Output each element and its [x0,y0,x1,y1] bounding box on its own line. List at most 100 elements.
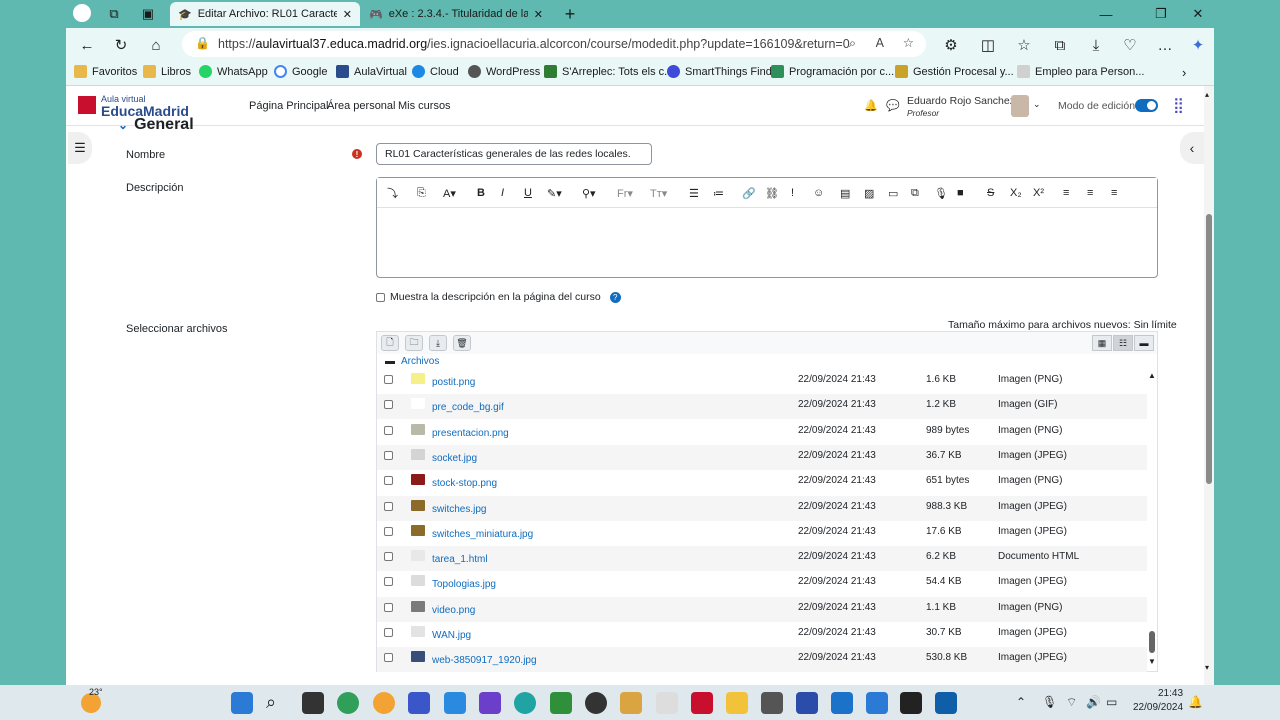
messages-icon[interactable]: 💬 [886,99,900,112]
task-view-icon[interactable] [302,692,324,714]
edge-icon[interactable] [514,692,536,714]
file-thumbnail-icon[interactable] [411,550,425,562]
file-list-scrollbar[interactable]: ▲ ▼ [1147,369,1157,671]
user-avatar[interactable] [1011,95,1029,117]
show-description-checkbox[interactable] [376,292,385,302]
file-row[interactable]: tarea_1.html 22/09/2024 21:43 6.2 KB Docume… [377,546,1147,572]
powershell-icon[interactable] [796,692,818,714]
file-name-link[interactable]: switches_miniatura.jpg [432,529,533,540]
superscript-icon[interactable]: X² [1033,185,1044,201]
file-select-checkbox[interactable] [384,476,393,486]
font-size-icon[interactable]: Tт▾ [650,185,667,201]
bookmark-programacion[interactable]: Programación por c... [771,65,894,78]
bookmark-libros[interactable]: Libros [143,65,191,78]
collections-icon[interactable]: ⧉ [1049,34,1071,56]
bookmark-wordpress[interactable]: WordPress [468,65,540,78]
bookmarks-more-chevron-icon[interactable]: › [1182,65,1186,80]
underline-icon[interactable]: U [524,185,532,201]
scroll-down-icon[interactable]: ▼ [1148,657,1156,666]
clock-time[interactable]: 21:43 [1158,688,1183,699]
notifications-bell-icon[interactable]: 🔔 [864,99,878,112]
teams-icon[interactable] [479,692,501,714]
extensions-icon[interactable]: ⚙ [940,34,962,56]
word-import-icon[interactable]: ▤ [840,185,850,201]
align-center-icon[interactable]: ≡ [1087,185,1093,201]
paste-icon[interactable]: ⎘ [417,185,426,201]
text-color-icon[interactable]: ✎▾ [547,185,562,201]
file-name-link[interactable]: socket.jpg [432,453,477,464]
description-editor[interactable]: ⤵ ⎘ A▾ B I U ✎▾ ⚲▾ Fr▾ Tт▾ ☰ ≔ 🔗 ⛓ ! ☺ ▤… [376,177,1158,278]
course-index-toggle[interactable]: ☰ [68,132,92,164]
emoji-icon[interactable]: ☺ [813,185,824,201]
italic-icon[interactable]: I [501,185,504,201]
file-row[interactable]: presentacion.png 22/09/2024 21:43 989 byte… [377,420,1147,445]
file-row[interactable]: switches.jpg 22/09/2024 21:43 988.3 KB Imag… [377,495,1147,521]
delete-icon[interactable]: 🗑 [453,335,471,351]
file-thumbnail-icon[interactable] [411,448,425,460]
bookmark-smartthings[interactable]: SmartThings Find [667,65,772,78]
zoom-icon[interactable]: ⌕ [849,36,856,51]
app-c-icon[interactable] [337,692,359,714]
file-name-link[interactable]: tarea_1.html [432,554,488,565]
bookmark-cloud[interactable]: Cloud [412,65,459,78]
scroll-thumb[interactable] [1149,631,1155,653]
file-name-link[interactable]: video.png [432,605,475,616]
app-blank-icon[interactable] [656,692,678,714]
file-row[interactable]: stock-stop.png 22/09/2024 21:43 651 bytes I… [377,470,1147,495]
nav-pagina-principal[interactable]: Página Principal [249,100,329,112]
bookmark-whatsapp[interactable]: WhatsApp [199,65,268,78]
subscript-icon[interactable]: X₂ [1010,185,1022,201]
file-row[interactable]: WAN.jpg 22/09/2024 21:43 30.7 KB Imagen (JP… [377,622,1147,647]
browser-essentials-icon[interactable]: ♡ [1119,34,1141,56]
numbered-list-icon[interactable]: ≔ [713,185,724,201]
file-select-checkbox[interactable] [384,375,393,384]
bookmark-empleo[interactable]: Empleo para Person... [1017,65,1144,78]
battery-icon[interactable]: ▭ [1106,695,1117,709]
tray-chevron-icon[interactable]: ⌃ [1016,695,1026,709]
volume-icon[interactable]: 🔊 [1086,695,1101,709]
copy-icon[interactable]: ⧉ [911,185,919,201]
app-green-icon[interactable] [550,692,572,714]
file-row[interactable]: socket.jpg 22/09/2024 21:43 36.7 KB Imagen … [377,444,1147,470]
nav-area-personal[interactable]: Área personal [327,100,396,112]
file-select-checkbox[interactable] [384,552,393,562]
file-name-link[interactable]: postit.png [432,377,475,388]
file-select-checkbox[interactable] [384,653,393,663]
file-select-checkbox[interactable] [384,628,393,637]
terminal-icon[interactable] [900,692,922,714]
file-select-checkbox[interactable] [384,526,393,536]
file-thumbnail-icon[interactable] [411,626,425,637]
bookmark-favoritos[interactable]: Favoritos [74,65,137,78]
read-aloud-icon[interactable]: A [876,36,884,50]
file-select-checkbox[interactable] [384,450,393,460]
comunidad-madrid-logo[interactable] [78,96,96,114]
file-thumbnail-icon[interactable] [411,600,425,612]
breadcrumb-archivos[interactable]: Archivos [401,356,439,367]
page-scrollbar[interactable]: ▴ ▾ [1204,86,1214,685]
obs-icon[interactable] [585,692,607,714]
firefox-icon[interactable] [373,692,395,714]
download-all-icon[interactable]: ⤓ [429,335,447,351]
new-tab-icon[interactable]: + [560,4,580,24]
file-thumbnail-icon[interactable] [411,524,425,536]
file-select-checkbox[interactable] [384,400,393,410]
image-icon[interactable]: ▨ [864,185,874,201]
bookmark-gestion-procesal[interactable]: Gestión Procesal y... [895,65,1014,78]
app-grid-icon[interactable] [866,692,888,714]
zoom-app-icon[interactable] [444,692,466,714]
back-icon[interactable]: ← [76,34,98,56]
favorite-star-icon[interactable]: ☆ [903,35,914,50]
copilot-icon[interactable]: ✦ [1187,34,1209,56]
file-thumbnail-icon[interactable] [411,575,425,587]
page-scroll-down-icon[interactable]: ▾ [1205,663,1209,672]
section-header[interactable]: ⌄ General [118,116,194,134]
more-menu-icon[interactable]: … [1154,34,1176,56]
favorites-icon[interactable]: ☆ [1013,34,1035,56]
outlook-icon[interactable] [935,692,957,714]
notifications-icon[interactable]: 🔔 [1188,695,1203,709]
microphone-icon[interactable]: 🎙 [934,185,948,201]
add-file-icon[interactable]: 🗋 [381,335,399,351]
file-thumbnail-icon[interactable] [411,373,425,384]
app-red-icon[interactable] [691,692,713,714]
section-collapse-chevron-icon[interactable]: ⌄ [118,118,128,132]
